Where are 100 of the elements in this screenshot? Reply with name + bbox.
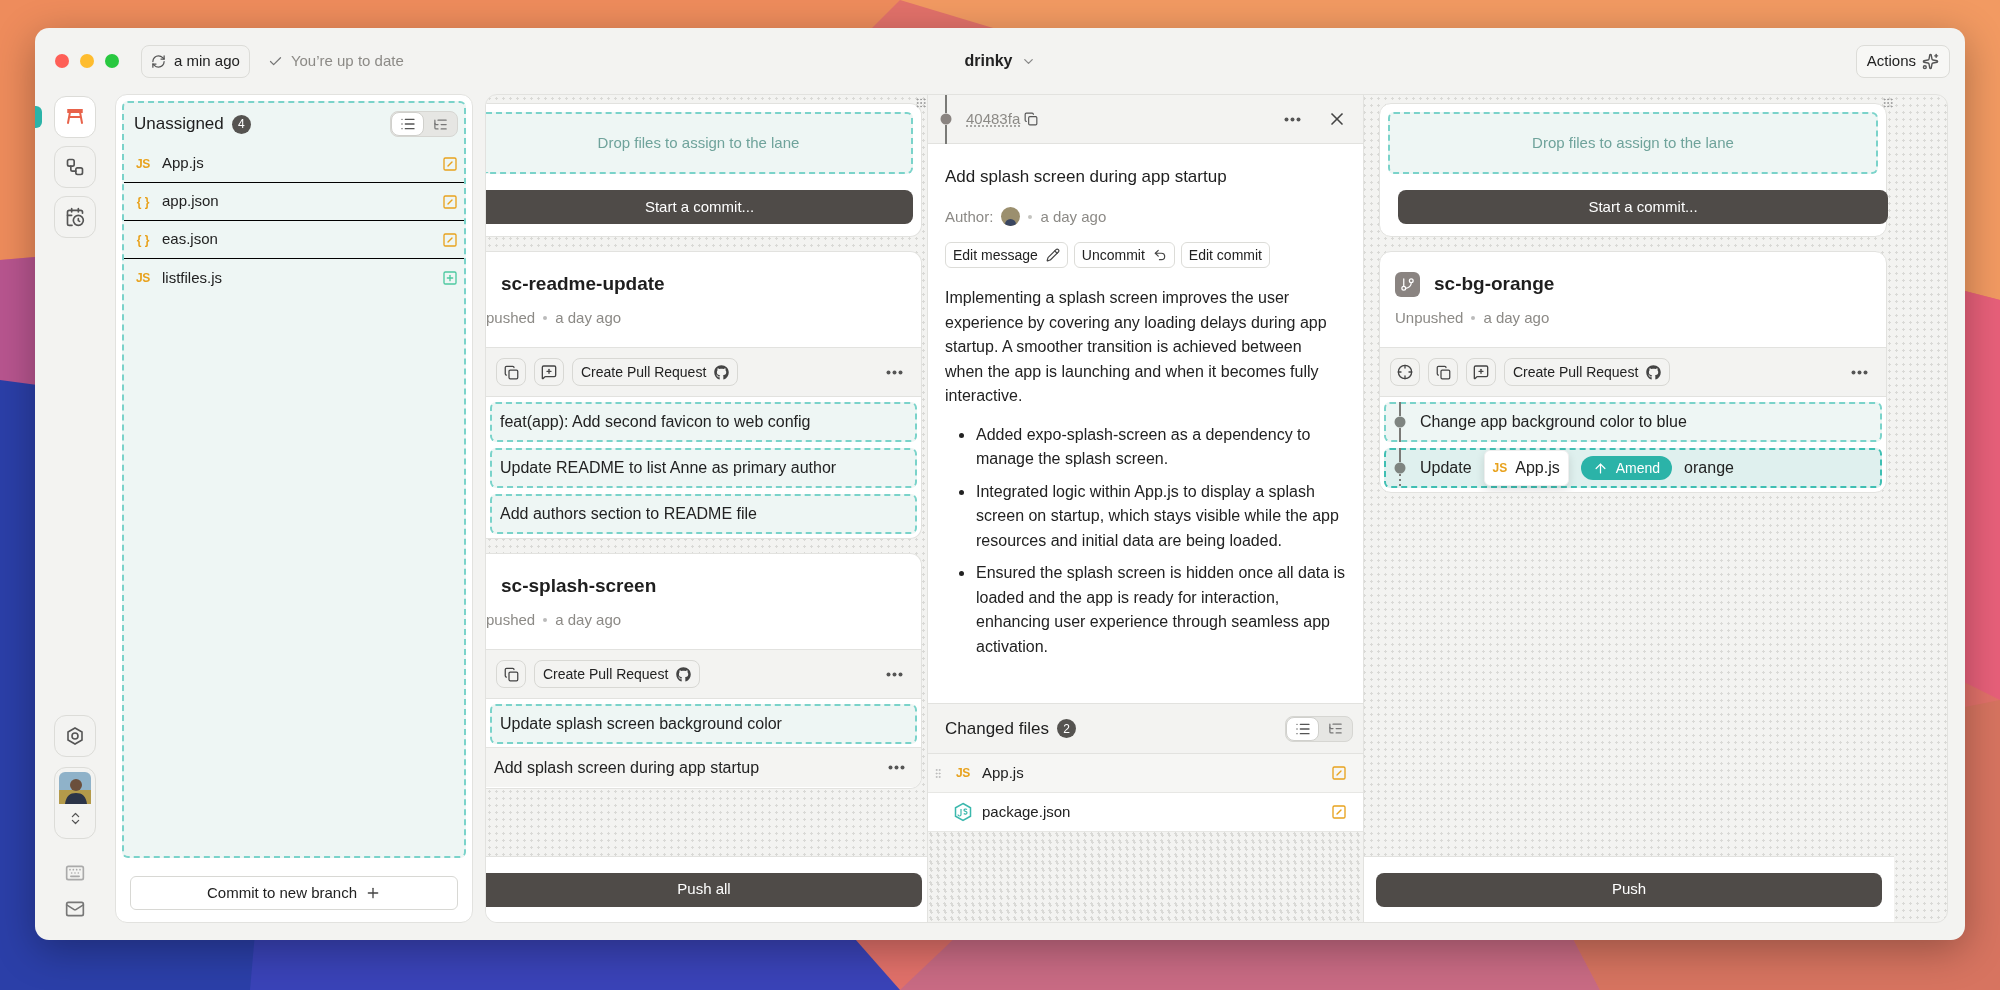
message-plus-icon (541, 364, 557, 380)
branch-name: sc-splash-screen (501, 574, 657, 598)
commit-action-button[interactable]: Uncommit (1073, 242, 1175, 268)
description-bullet: Ensured the splash screen is hidden once all data is loaded and the app is ready for interaction, enhancing user experience through seamless app activation. (976, 563, 1346, 657)
more-icon (1284, 116, 1301, 122)
file-name: listfiles.js (162, 267, 222, 288)
file-name: package.json (982, 801, 1071, 822)
more-icon (886, 369, 903, 375)
close-window-button[interactable] (55, 54, 69, 68)
branch-name: sc-readme-update (501, 272, 665, 296)
fetch-button[interactable]: a min ago (141, 44, 250, 78)
start-commit-button[interactable]: Start a commit... (486, 190, 913, 224)
active-indicator (35, 106, 42, 128)
branch-status: pushed (486, 307, 536, 328)
file-name: App.js (1515, 458, 1560, 478)
copy-button[interactable] (496, 660, 526, 688)
branch-time: a day ago (555, 307, 622, 328)
tree-icon (1328, 721, 1343, 736)
commit-row[interactable]: Change app background color to blue (1384, 402, 1882, 442)
start-commit-button[interactable]: Start a commit... (1398, 190, 1888, 224)
copy-icon[interactable] (1024, 112, 1039, 126)
file-row[interactable]: { } app.json (124, 183, 464, 221)
commit-title: Update splash screen background color (500, 714, 782, 734)
commit-title: Update README to list Anne as primary author (500, 458, 837, 478)
file-type-label: JS (134, 270, 152, 287)
commit-title: Add splash screen during app startup (945, 166, 1228, 188)
copy-button[interactable] (1428, 358, 1458, 386)
commit-to-new-branch-button[interactable]: Commit to new branch (130, 876, 458, 910)
mail-icon[interactable] (65, 899, 85, 919)
amend-pill: Amend (1580, 456, 1673, 480)
commit-title: orange (1684, 458, 1734, 478)
commit-title: Add authors section to README file (500, 504, 757, 524)
avatar (59, 772, 91, 804)
github-icon (1646, 364, 1662, 380)
count-badge: 4 (231, 114, 251, 134)
file-row[interactable]: JS App.js (124, 145, 464, 183)
push-button[interactable]: Push all (486, 872, 922, 907)
rail-button[interactable] (54, 96, 96, 138)
changed-file-row[interactable]: package.json (928, 793, 1363, 832)
settings-button[interactable] (54, 715, 96, 757)
branch-icon (1395, 271, 1420, 297)
copy-button[interactable] (496, 358, 526, 386)
file-type-label: { } (135, 193, 151, 211)
commit-description: Implementing a splash screen improves the user experience by covering any loading delays during app startup. A smoother transition is achieved between when the app is launching and when it becomes fully interactive. (945, 288, 1328, 406)
panel-title: Unassigned (134, 113, 224, 136)
crosshair-icon (1397, 364, 1413, 380)
commit-action-button[interactable]: Edit message (945, 242, 1068, 268)
pencil-icon (1045, 248, 1060, 262)
commit-row[interactable]: feat(app): Add second favicon to web config (490, 402, 917, 442)
file-name: app.json (162, 191, 219, 212)
branch-status: Unpushed (1395, 307, 1464, 328)
commit-action-button[interactable]: Edit commit (1180, 242, 1270, 268)
commit-node-icon (1392, 402, 1408, 442)
sync-status: You’re up to date (290, 50, 404, 71)
push-button[interactable]: Push (1376, 872, 1882, 907)
more-icon (888, 765, 905, 770)
bullet-icon (959, 571, 964, 576)
drag-handle-icon (1882, 97, 1894, 109)
avatar (1001, 207, 1021, 227)
changed-file-row[interactable]: JS App.js (928, 754, 1363, 793)
file-row[interactable]: { } eas.json (124, 221, 464, 259)
undo-icon (1152, 248, 1167, 262)
file-row[interactable]: JS listfiles.js (124, 259, 464, 297)
github-icon (714, 364, 730, 380)
rail-button[interactable] (54, 146, 96, 188)
actions-button[interactable]: Actions (1855, 44, 1950, 78)
refresh-icon (151, 53, 166, 69)
drag-handle-icon (915, 97, 927, 109)
file-type-label: JS (134, 155, 152, 173)
commit-row[interactable]: Add splash screen during app startup (486, 747, 921, 787)
target-button[interactable] (1390, 358, 1420, 386)
review-button[interactable] (534, 358, 564, 386)
commit-row[interactable]: Update README to list Anne as primary author (490, 448, 917, 488)
commit-row[interactable]: Update splash screen background color (490, 704, 917, 744)
branch-status: pushed (486, 609, 536, 630)
copy-icon (503, 364, 519, 380)
sparkles-icon (1922, 52, 1939, 70)
project-selector[interactable]: drinky (964, 49, 1036, 73)
file-type-label: { } (135, 231, 151, 249)
create-pull-request-button[interactable]: Create Pull Request (1504, 358, 1671, 386)
commit-title: Update (1420, 458, 1472, 478)
profile-switcher[interactable] (54, 767, 96, 839)
rail-button[interactable] (54, 196, 96, 238)
list-icon (399, 116, 416, 132)
bullet-icon (959, 489, 964, 495)
branches-icon (65, 157, 85, 177)
more-icon (886, 671, 903, 677)
commit-title: Change app background color to blue (1420, 412, 1687, 432)
commit-row[interactable]: Add authors section to README file (490, 494, 917, 534)
history-icon (65, 207, 85, 227)
commit-node-icon (938, 95, 954, 144)
copy-icon (503, 666, 519, 682)
create-pull-request-button[interactable]: Create Pull Request (572, 358, 739, 386)
message-plus-icon (1473, 364, 1489, 380)
create-pull-request-button[interactable]: Create Pull Request (534, 660, 701, 688)
view-mode-button[interactable] (1286, 716, 1319, 741)
commit-row[interactable]: Update JS App.js Amend orange (1384, 448, 1882, 488)
review-button[interactable] (1466, 358, 1496, 386)
view-mode-button[interactable] (391, 112, 424, 136)
count-badge: 2 (1056, 719, 1076, 738)
